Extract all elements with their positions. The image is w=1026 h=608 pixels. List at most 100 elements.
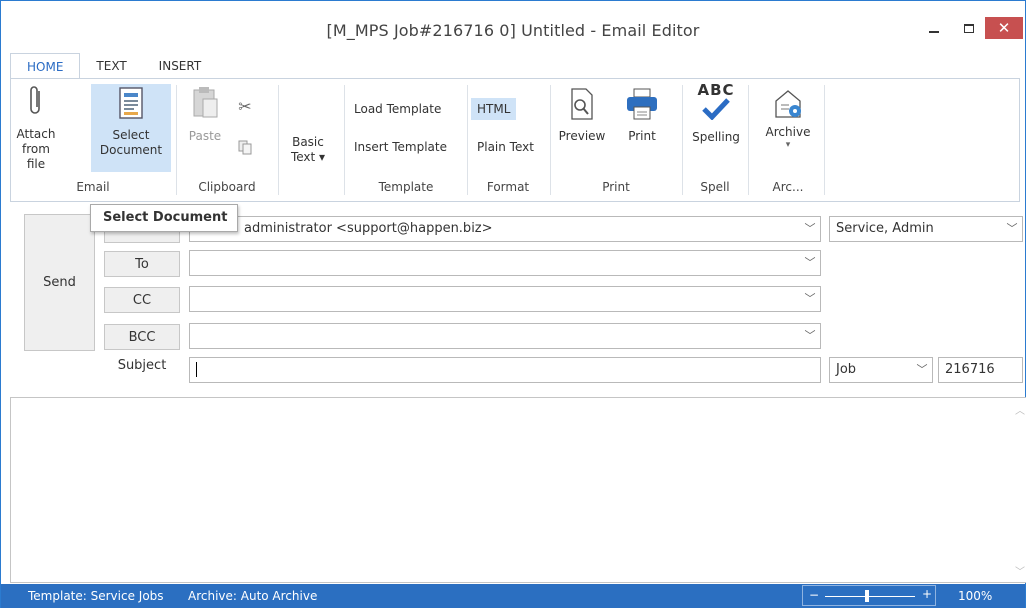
ribbon-tabs: HOME TEXT INSERT bbox=[10, 53, 218, 80]
group-label-template: Template bbox=[378, 180, 434, 194]
group-separator bbox=[682, 85, 683, 195]
archive-dropdown-arrow: ▾ bbox=[785, 140, 791, 150]
from-value: administrator <support@happen.biz> bbox=[244, 221, 493, 236]
subject-input[interactable] bbox=[189, 357, 821, 383]
maximize-icon bbox=[964, 23, 974, 33]
tab-text[interactable]: TEXT bbox=[80, 53, 142, 79]
group-separator bbox=[278, 85, 279, 195]
from-owner-combo[interactable]: Service, Admin ﹀ bbox=[829, 216, 1023, 242]
cc-button[interactable]: CC bbox=[104, 287, 180, 313]
spelling-icon-text: ABC bbox=[697, 81, 735, 99]
basic-text-button[interactable]: Basic Text ▾ bbox=[283, 135, 333, 171]
tab-insert[interactable]: INSERT bbox=[143, 53, 218, 79]
job-type-select[interactable]: Job ﹀ bbox=[829, 357, 933, 383]
archive-button[interactable]: Archive ▾ bbox=[754, 87, 822, 177]
scroll-down-icon[interactable]: ﹀ bbox=[1012, 563, 1026, 578]
zoom-slider-thumb[interactable] bbox=[865, 590, 869, 602]
chevron-down-icon[interactable]: ﹀ bbox=[912, 358, 932, 382]
status-template: Template: Service Jobs bbox=[28, 589, 164, 603]
group-label-email: Email bbox=[76, 180, 110, 194]
print-label: Print bbox=[628, 129, 656, 143]
preview-label: Preview bbox=[558, 129, 606, 143]
insert-template-button[interactable]: Insert Template bbox=[354, 140, 447, 154]
select-document-tooltip: Select Document bbox=[90, 204, 238, 232]
group-separator bbox=[824, 85, 825, 195]
email-editor-window: [M_MPS Job#216716 0] Untitled - Email Ed… bbox=[0, 0, 1026, 608]
bcc-button[interactable]: BCC bbox=[104, 324, 180, 350]
select-document-label: Select Document bbox=[99, 128, 163, 157]
print-button[interactable]: Print bbox=[617, 87, 667, 167]
paste-label: Paste bbox=[188, 129, 222, 143]
subject-label: Subject bbox=[117, 358, 167, 373]
group-separator bbox=[550, 85, 551, 195]
text-caret bbox=[196, 362, 197, 377]
clipboard-icon bbox=[193, 87, 218, 118]
chevron-down-icon[interactable]: ﹀ bbox=[800, 251, 820, 275]
minimize-button[interactable] bbox=[917, 17, 951, 39]
group-separator bbox=[176, 85, 177, 195]
from-combo[interactable]: administrator <support@happen.biz> ﹀ bbox=[189, 216, 821, 242]
tab-home[interactable]: HOME bbox=[10, 53, 81, 80]
job-number-value: 216716 bbox=[945, 362, 995, 377]
chevron-down-icon[interactable]: ﹀ bbox=[800, 287, 820, 311]
scissors-icon: ✂ bbox=[238, 97, 252, 116]
group-separator bbox=[344, 85, 345, 195]
checkmark-icon bbox=[702, 98, 730, 120]
select-document-button[interactable]: Select Document bbox=[91, 84, 171, 172]
zoom-control: − + bbox=[802, 585, 936, 606]
preview-icon bbox=[571, 88, 593, 120]
spelling-button[interactable]: ABC Spelling bbox=[688, 83, 744, 169]
close-button[interactable]: ✕ bbox=[985, 17, 1023, 39]
attach-label: Attach from file bbox=[16, 127, 56, 171]
copy-button[interactable] bbox=[233, 139, 257, 161]
load-template-button[interactable]: Load Template bbox=[354, 102, 441, 116]
plain-text-format-button[interactable]: Plain Text bbox=[477, 140, 534, 154]
group-label-spell: Spell bbox=[700, 180, 730, 194]
chevron-down-icon[interactable]: ﹀ bbox=[800, 324, 820, 348]
scroll-up-icon[interactable]: ︿ bbox=[1012, 402, 1026, 417]
from-owner-value: Service, Admin bbox=[836, 221, 934, 236]
chevron-down-icon[interactable]: ﹀ bbox=[1002, 217, 1022, 241]
group-label-format: Format bbox=[486, 180, 530, 194]
zoom-out-button[interactable]: − bbox=[809, 588, 819, 602]
to-field[interactable]: ﹀ bbox=[189, 250, 821, 276]
message-body-editor[interactable]: ︿ ﹀ bbox=[10, 397, 1026, 583]
basic-text-label: Basic Text ▾ bbox=[290, 135, 326, 164]
job-number-input[interactable]: 216716 bbox=[938, 357, 1023, 383]
cut-button[interactable]: ✂ bbox=[233, 99, 257, 121]
editor-scrollbar[interactable]: ︿ ﹀ bbox=[1012, 398, 1026, 582]
group-separator bbox=[748, 85, 749, 195]
status-bar: Template: Service Jobs Archive: Auto Arc… bbox=[1, 584, 1025, 608]
group-label-archive: Arc... bbox=[772, 180, 804, 194]
group-label-clipboard: Clipboard bbox=[198, 180, 256, 194]
job-type-value: Job bbox=[836, 362, 857, 377]
zoom-in-button[interactable]: + bbox=[922, 587, 932, 601]
maximize-button[interactable] bbox=[952, 17, 986, 39]
archive-label: Archive bbox=[765, 125, 811, 139]
chevron-down-icon[interactable]: ﹀ bbox=[800, 217, 820, 241]
group-label-print: Print bbox=[602, 180, 630, 194]
window-title: [M_MPS Job#216716 0] Untitled - Email Ed… bbox=[326, 21, 700, 40]
status-archive: Archive: Auto Archive bbox=[188, 589, 318, 603]
send-button[interactable]: Send bbox=[24, 214, 95, 351]
paste-button[interactable]: Paste bbox=[183, 85, 227, 165]
bcc-field[interactable]: ﹀ bbox=[189, 323, 821, 349]
ribbon-home: Attach from file Select Document Email P… bbox=[10, 78, 1020, 202]
paperclip-icon bbox=[30, 86, 40, 114]
group-separator bbox=[467, 85, 468, 195]
archive-icon bbox=[775, 90, 801, 118]
to-button[interactable]: To bbox=[104, 251, 180, 277]
html-format-button[interactable]: HTML bbox=[471, 98, 517, 120]
zoom-slider-track[interactable] bbox=[825, 596, 915, 597]
copy-icon bbox=[238, 140, 252, 155]
close-icon: ✕ bbox=[997, 19, 1011, 37]
printer-icon bbox=[627, 88, 657, 120]
attach-from-file-button[interactable]: Attach from file bbox=[13, 85, 59, 173]
title-bar: [M_MPS Job#216716 0] Untitled - Email Ed… bbox=[1, 1, 1025, 53]
document-icon bbox=[119, 87, 143, 119]
spelling-label: Spelling bbox=[692, 130, 740, 144]
preview-button[interactable]: Preview bbox=[556, 87, 608, 167]
zoom-percent: 100% bbox=[958, 589, 993, 603]
cc-field[interactable]: ﹀ bbox=[189, 286, 821, 312]
minimize-icon bbox=[929, 31, 939, 33]
